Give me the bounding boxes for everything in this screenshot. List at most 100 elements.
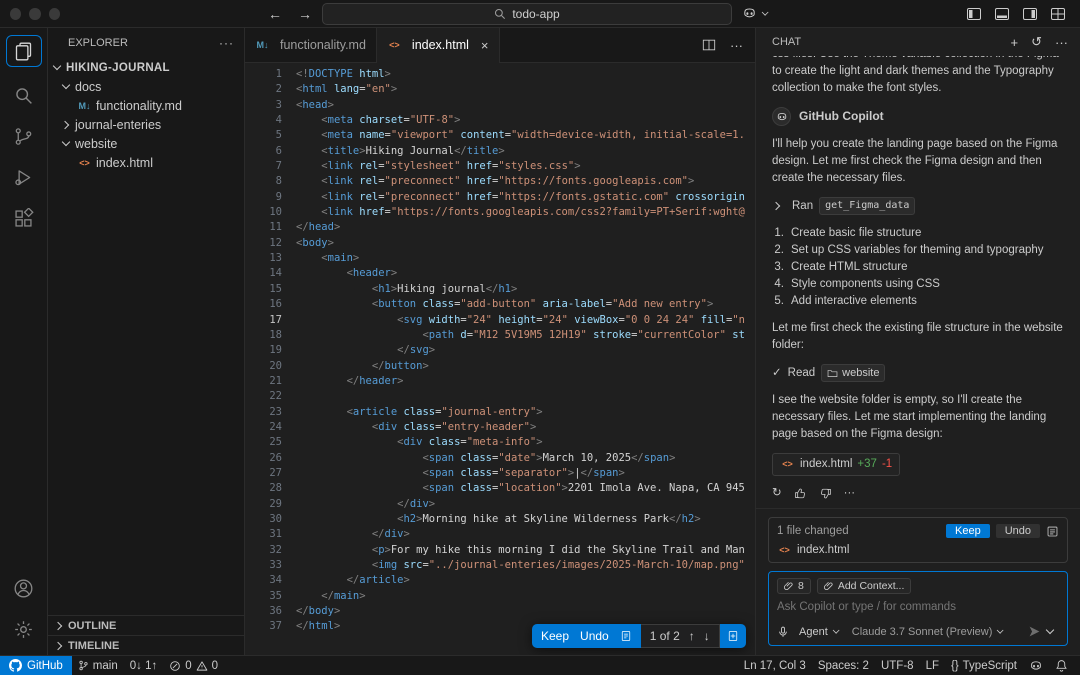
mode-selector[interactable]: Agent: [799, 626, 842, 638]
explorer-more-actions-icon[interactable]: ···: [219, 36, 234, 50]
retry-icon[interactable]: ↻: [772, 485, 782, 502]
eol-status[interactable]: LF: [920, 656, 945, 675]
undo-button[interactable]: Undo: [580, 629, 609, 643]
ran-tool-row[interactable]: Ran get_Figma_data: [772, 197, 1064, 215]
code-line[interactable]: 17 <svg width="24" height="24" viewBox="…: [245, 313, 755, 328]
window-controls[interactable]: [0, 7, 60, 20]
window-close-button[interactable]: [10, 7, 22, 20]
copilot-status[interactable]: [1023, 656, 1049, 675]
command-center-search[interactable]: todo-app: [322, 2, 732, 25]
code-line[interactable]: 13 <main>: [245, 251, 755, 266]
code-line[interactable]: 23 <article class="journal-entry">: [245, 405, 755, 420]
cursor-position-status[interactable]: Ln 17, Col 3: [738, 656, 812, 675]
code-line[interactable]: 10 <link href="https://fonts.googleapis.…: [245, 205, 755, 220]
code-line[interactable]: 2 <html lang="en">: [245, 82, 755, 97]
code-line[interactable]: 7 <link rel="stylesheet" href="styles.cs…: [245, 159, 755, 174]
code-line[interactable]: 29 </div>: [245, 497, 755, 512]
code-line[interactable]: 36 </body>: [245, 604, 755, 619]
extensions-activity-button[interactable]: [6, 199, 42, 237]
website-folder-chip[interactable]: website: [821, 364, 886, 382]
chat-history-icon[interactable]: ↺: [1031, 34, 1042, 50]
window-zoom-button[interactable]: [48, 7, 60, 20]
code-line[interactable]: 5 <meta name="viewport" content="width=d…: [245, 128, 755, 143]
open-changes-icon[interactable]: [620, 630, 632, 642]
sync-status[interactable]: 0↓ 1↑: [124, 656, 164, 675]
tree-folder-website[interactable]: website: [48, 134, 244, 153]
explorer-activity-button[interactable]: [5, 35, 42, 67]
changed-file-row[interactable]: <> index.html: [777, 544, 1059, 556]
accounts-button[interactable]: [6, 569, 42, 607]
run-debug-activity-button[interactable]: [6, 158, 42, 196]
code-line[interactable]: 30 <h2>Morning hike at Skyline Wildernes…: [245, 512, 755, 527]
next-change-icon[interactable]: ↓: [704, 629, 710, 643]
thumbs-up-icon[interactable]: [794, 487, 807, 500]
code-line[interactable]: 16 <button class="add-button" aria-label…: [245, 297, 755, 312]
outline-section-header[interactable]: OUTLINE: [48, 615, 244, 635]
undo-all-button[interactable]: Undo: [995, 524, 1040, 538]
code-line[interactable]: 20 </button>: [245, 359, 755, 374]
chat-message-list[interactable]: css files. Use the Theme variable collec…: [756, 56, 1080, 508]
encoding-status[interactable]: UTF-8: [875, 656, 920, 675]
code-line[interactable]: 32 <p>For my hike this morning I did the…: [245, 543, 755, 558]
tree-folder-journal-enteries[interactable]: journal-enteries: [48, 115, 244, 134]
code-line[interactable]: 6 <title>Hiking Journal</title>: [245, 144, 755, 159]
copilot-menu-button[interactable]: [742, 6, 774, 21]
settings-button[interactable]: [6, 610, 42, 648]
code-line[interactable]: 35 </main>: [245, 589, 755, 604]
chat-input-placeholder[interactable]: Ask Copilot or type / for commands: [777, 601, 1059, 613]
code-line[interactable]: 26 <span class="date">March 10, 2025</sp…: [245, 451, 755, 466]
close-icon[interactable]: ×: [481, 38, 489, 53]
code-line[interactable]: 27 <span class="separator">|</span>: [245, 466, 755, 481]
timeline-section-header[interactable]: TIMELINE: [48, 635, 244, 655]
code-line[interactable]: 31 </div>: [245, 527, 755, 542]
tree-file-functionality-md[interactable]: M↓ functionality.md: [48, 96, 244, 115]
source-control-activity-button[interactable]: [6, 117, 42, 155]
code-line[interactable]: 12 <body>: [245, 236, 755, 251]
code-line[interactable]: 1 <!DOCTYPE html>: [245, 67, 755, 82]
toggle-panel-icon[interactable]: [994, 6, 1010, 22]
forward-icon[interactable]: →: [298, 6, 312, 22]
model-selector[interactable]: Claude 3.7 Sonnet (Preview): [852, 626, 1007, 638]
remote-github-status[interactable]: GitHub: [0, 656, 72, 675]
code-line[interactable]: 34 </article>: [245, 573, 755, 588]
code-line[interactable]: 22: [245, 389, 755, 404]
code-line[interactable]: 21 </header>: [245, 374, 755, 389]
more-actions-icon[interactable]: ···: [730, 38, 743, 53]
code-line[interactable]: 15 <h1>Hiking journal</h1>: [245, 282, 755, 297]
customize-layout-icon[interactable]: [1050, 6, 1066, 22]
back-icon[interactable]: ←: [268, 6, 282, 22]
code-line[interactable]: 19 </svg>: [245, 343, 755, 358]
chat-input-box[interactable]: 8 Add Context... Ask Copilot or type / f…: [768, 571, 1068, 646]
chevron-down-icon[interactable]: [1045, 626, 1056, 637]
thumbs-down-icon[interactable]: [819, 487, 832, 500]
previous-change-icon[interactable]: ↑: [689, 629, 695, 643]
code-line[interactable]: 8 <link rel="preconnect" href="https://f…: [245, 174, 755, 189]
language-mode-status[interactable]: {} TypeScript: [945, 656, 1023, 675]
code-line[interactable]: 14 <header>: [245, 266, 755, 281]
add-context-button[interactable]: Add Context...: [816, 578, 912, 594]
code-line[interactable]: 9 <link rel="preconnect" href="https://f…: [245, 190, 755, 205]
code-line[interactable]: 3 <head>: [245, 98, 755, 113]
send-icon[interactable]: [1028, 625, 1041, 638]
microphone-icon[interactable]: [777, 626, 789, 638]
branch-status[interactable]: main: [72, 656, 124, 675]
code-area[interactable]: 1 <!DOCTYPE html> 2 <html lang="en"> 3 <head>…: [245, 63, 755, 655]
keep-button[interactable]: Keep: [541, 629, 569, 643]
tab-index-html[interactable]: <> index.html ×: [376, 28, 500, 63]
indentation-status[interactable]: Spaces: 2: [812, 656, 875, 675]
tab-functionality-md[interactable]: M↓ functionality.md: [245, 28, 377, 62]
code-line[interactable]: 33 <img src="../journal-enteries/images/…: [245, 558, 755, 573]
index-html-diff-chip[interactable]: <> index.html +37 -1: [772, 453, 901, 476]
tree-folder-docs[interactable]: docs: [48, 77, 244, 96]
new-chat-icon[interactable]: +: [1011, 35, 1019, 50]
view-changes-icon[interactable]: [1046, 525, 1059, 538]
code-line[interactable]: 4 <meta charset="UTF-8">: [245, 113, 755, 128]
search-activity-button[interactable]: [6, 76, 42, 114]
attachment-count-chip[interactable]: 8: [777, 578, 811, 594]
more-actions-icon[interactable]: ···: [1055, 35, 1068, 50]
tree-root-hiking-journal[interactable]: HIKING-JOURNAL: [48, 58, 244, 77]
more-actions-icon[interactable]: ···: [844, 485, 856, 502]
toggle-secondary-sidebar-icon[interactable]: [1022, 6, 1038, 22]
window-minimize-button[interactable]: [29, 7, 41, 20]
read-tool-row[interactable]: ✓ Read website: [772, 364, 1064, 382]
